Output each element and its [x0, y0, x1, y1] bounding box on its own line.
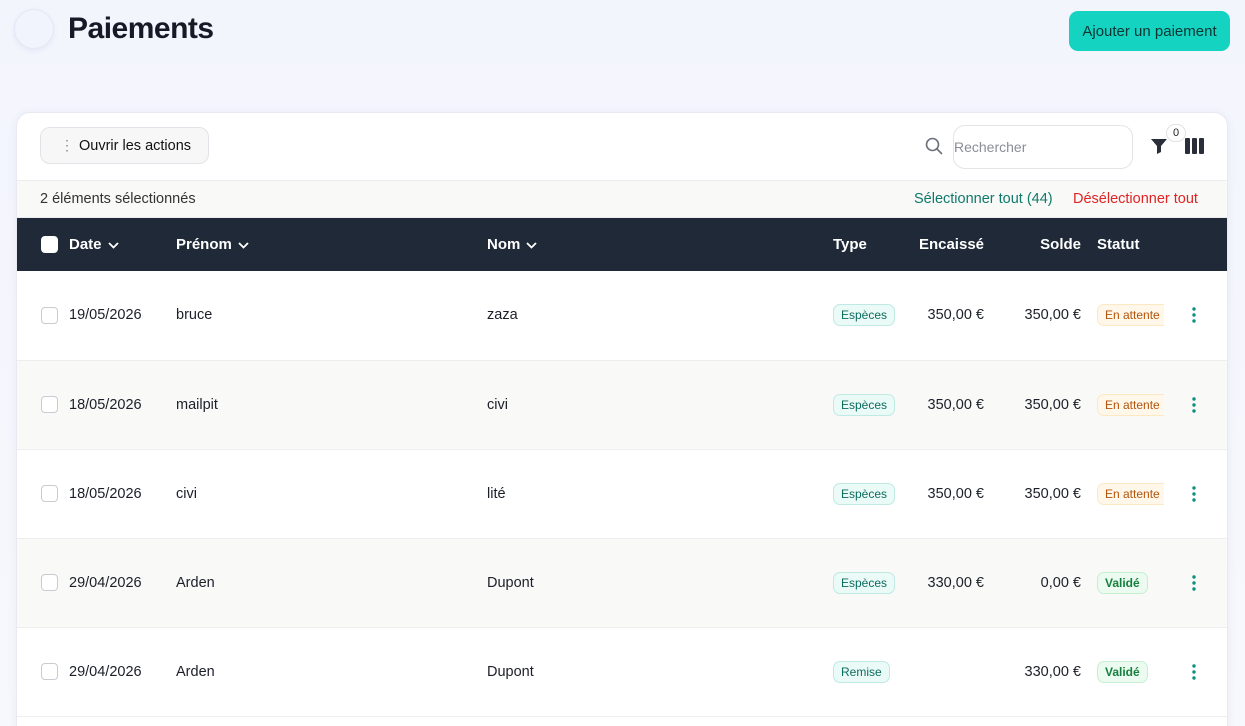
status-badge: Validé: [1097, 571, 1148, 594]
filter-count-badge: 0: [1166, 124, 1186, 142]
column-header-statut: Statut: [1097, 236, 1140, 253]
column-header-nom[interactable]: Nom: [487, 218, 833, 271]
cell-solde: 0,00 €: [1040, 574, 1081, 591]
cell-prenom: mailpit: [176, 396, 218, 413]
table-row[interactable]: 29/04/2026 Arden Dupont Remise 330,00 € …: [17, 627, 1227, 716]
status-badge: En attente: [1097, 304, 1164, 327]
cell-encaisse: 330,00 €: [927, 574, 984, 591]
payments-card: ⋮ Ouvrir les actions 0 2 éléments sélect…: [16, 112, 1228, 726]
cell-date: 18/05/2026: [69, 485, 142, 502]
cell-date: 18/05/2026: [69, 396, 142, 413]
deselect-all-link[interactable]: Désélectionner tout: [1073, 191, 1198, 207]
row-checkbox[interactable]: [41, 663, 58, 680]
table-toolbar: ⋮ Ouvrir les actions 0: [17, 113, 1227, 181]
column-header-date[interactable]: Date: [69, 218, 176, 271]
cell-date: 29/04/2026: [69, 663, 142, 680]
cell-prenom: civi: [176, 485, 197, 502]
type-badge: Remise: [833, 660, 890, 683]
chevron-down-icon: [107, 241, 119, 249]
cell-solde: 350,00 €: [1024, 396, 1081, 413]
cell-solde: 330,00 €: [1024, 663, 1081, 680]
selection-count: 2 éléments sélectionnés: [40, 191, 196, 207]
cell-date: 29/04/2026: [69, 574, 142, 591]
cell-encaisse: [913, 627, 1001, 716]
column-header-encaisse: Encaissé: [918, 236, 984, 253]
page-title: Paiements: [68, 12, 214, 45]
cell-solde: 350,00 €: [1024, 485, 1081, 502]
cell-nom: civi: [487, 396, 508, 413]
type-badge: Espèces: [833, 304, 896, 327]
cell-prenom: bruce: [176, 307, 213, 324]
row-actions-kebab-icon[interactable]: [1187, 574, 1201, 592]
add-payment-button[interactable]: Ajouter un paiement: [1069, 11, 1230, 51]
cell-encaisse: 350,00 €: [927, 307, 984, 324]
filter-icon[interactable]: [1150, 137, 1168, 155]
cell-solde: 350,00 €: [1024, 307, 1081, 324]
column-header-prenom[interactable]: Prénom: [176, 218, 487, 271]
column-header-solde: Solde: [1040, 236, 1081, 253]
row-checkbox[interactable]: [41, 485, 58, 502]
cell-nom: Dupont: [487, 574, 534, 591]
cell-date: 19/05/2026: [69, 307, 142, 324]
type-badge: Espèces: [833, 482, 896, 505]
avatar[interactable]: [14, 9, 54, 49]
type-badge: Espèces: [833, 571, 896, 594]
status-badge: En attente: [1097, 482, 1164, 505]
payments-table: Date Prénom Nom Type Encaissé Solde Stat…: [17, 218, 1227, 717]
page-header: Paiements Ajouter un paiement: [0, 0, 1245, 60]
chevron-down-icon: [526, 241, 537, 249]
status-badge: Validé: [1097, 660, 1148, 683]
cell-prenom: Arden: [176, 663, 215, 680]
cell-encaisse: 350,00 €: [927, 396, 984, 413]
row-actions-kebab-icon[interactable]: [1187, 306, 1201, 324]
status-badge: En attente: [1097, 393, 1164, 416]
row-actions-kebab-icon[interactable]: [1187, 663, 1201, 681]
table-row[interactable]: 18/05/2026 mailpit civi Espèces 350,00 €…: [17, 360, 1227, 449]
search-icon: [925, 137, 943, 155]
select-all-checkbox[interactable]: [41, 236, 58, 254]
search-input[interactable]: [953, 125, 1133, 169]
selection-bar: 2 éléments sélectionnés Sélectionner tou…: [17, 181, 1227, 218]
cell-nom: zaza: [487, 307, 518, 324]
table-row[interactable]: 29/04/2026 Arden Dupont Espèces 330,00 €…: [17, 538, 1227, 627]
columns-icon[interactable]: [1185, 138, 1204, 154]
table-row[interactable]: 18/05/2026 civi lité Espèces 350,00 € 35…: [17, 449, 1227, 538]
chevron-down-icon: [238, 241, 249, 249]
cell-prenom: Arden: [176, 574, 215, 591]
row-actions-kebab-icon[interactable]: [1187, 485, 1201, 503]
column-header-type: Type: [833, 236, 867, 253]
row-checkbox[interactable]: [41, 396, 58, 413]
row-checkbox[interactable]: [41, 306, 58, 324]
cell-nom: lité: [487, 485, 506, 502]
open-actions-button[interactable]: ⋮ Ouvrir les actions: [40, 127, 209, 164]
select-all-link[interactable]: Sélectionner tout (44): [914, 191, 1053, 207]
cell-encaisse: 350,00 €: [927, 485, 984, 502]
open-actions-label: Ouvrir les actions: [79, 137, 192, 154]
row-actions-kebab-icon[interactable]: [1187, 396, 1201, 414]
cell-nom: Dupont: [487, 663, 534, 680]
table-header-row: Date Prénom Nom Type Encaissé Solde Stat…: [17, 218, 1227, 271]
table-row[interactable]: 19/05/2026 bruce zaza Espèces 350,00 € 3…: [17, 271, 1227, 360]
row-checkbox[interactable]: [41, 574, 58, 591]
kebab-icon: ⋮: [60, 137, 74, 153]
type-badge: Espèces: [833, 393, 896, 416]
